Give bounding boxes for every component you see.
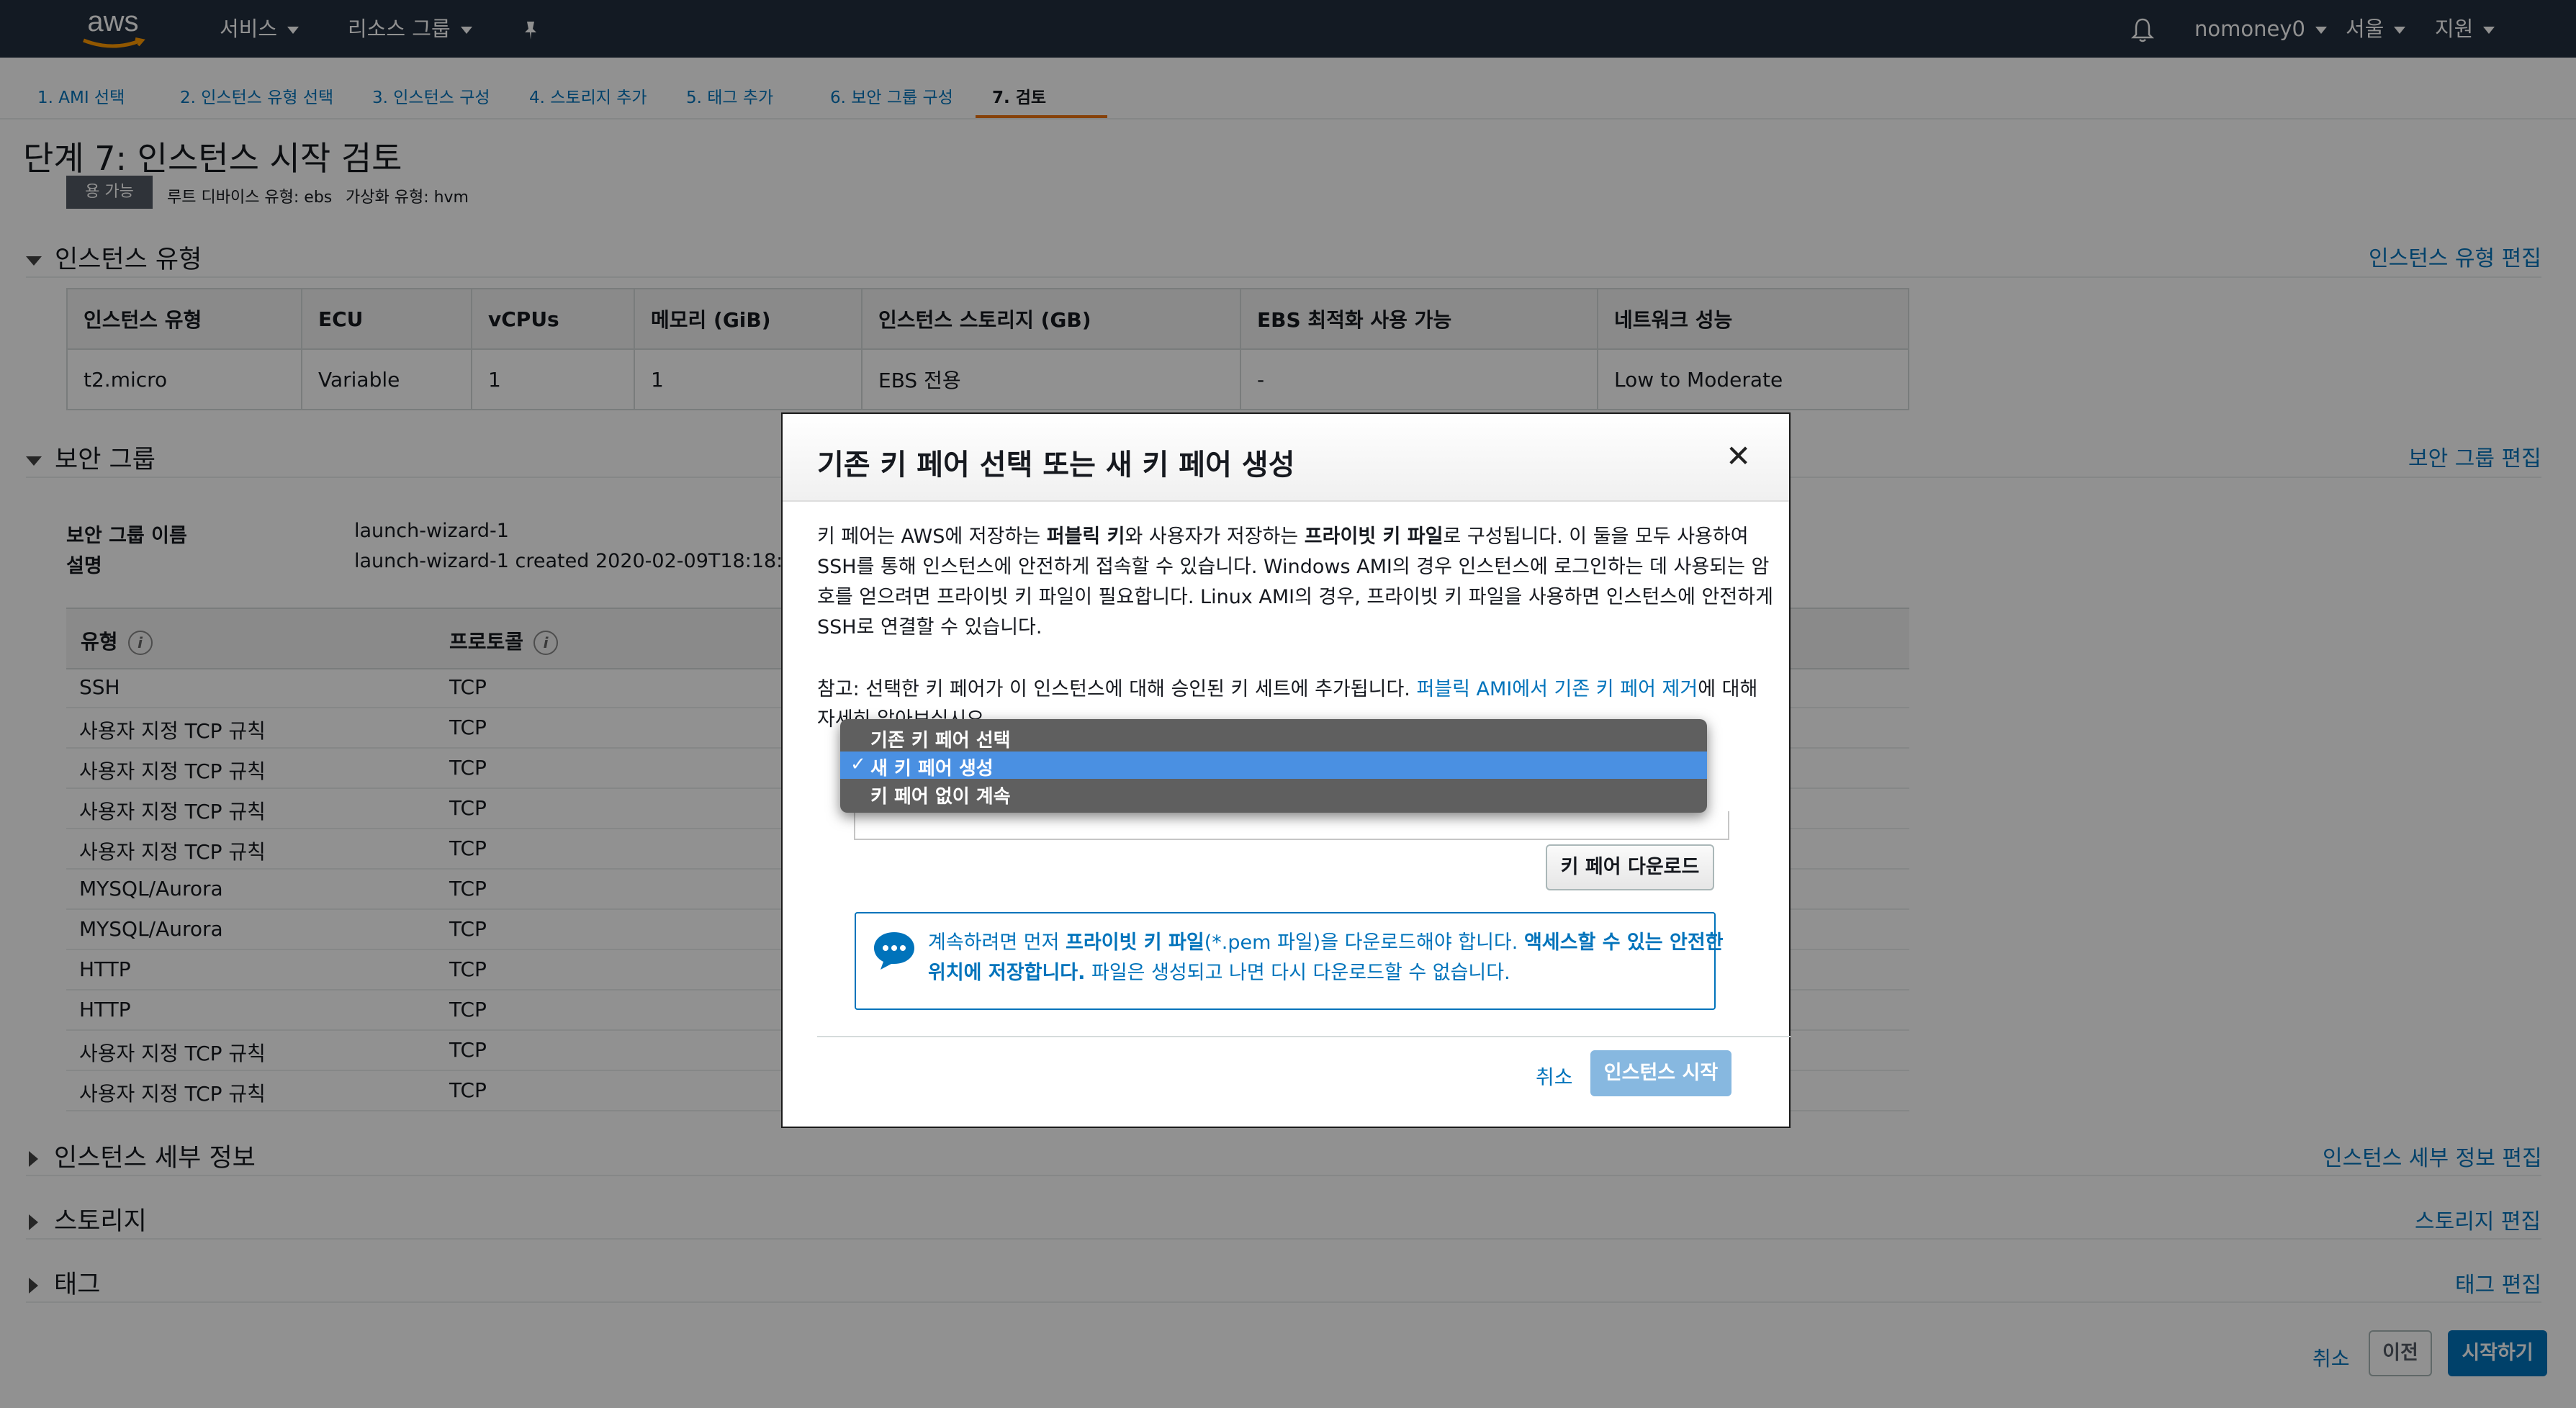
- remove-key-pair-link[interactable]: 퍼블릭 AMI에서 기존 키 페어 제거: [1416, 678, 1698, 700]
- info-bold: 액세스할 수 있는 안전한: [1523, 931, 1724, 954]
- info-bold: 프라이빗 키 파일: [1066, 931, 1204, 954]
- description-line: SSH를 통해 인스턴스에 안전하게 접속할 수 있습니다. Windows A…: [817, 556, 1770, 578]
- note-line: 참고: 선택한 키 페어가 이 인스턴스에 대해 승인된 키 세트에 추가됩니다…: [817, 674, 1760, 705]
- option-label: 키 페어 없이 계속: [870, 786, 1011, 808]
- key-pair-modal: 기존 키 페어 선택 또는 새 키 페어 생성 ✕ 키 페어는 AWS에 저장하…: [781, 412, 1791, 1128]
- info-text: 계속하려면 먼저: [928, 931, 1066, 954]
- close-icon[interactable]: ✕: [1726, 438, 1751, 474]
- dropdown-option-create-new[interactable]: ✓ 새 키 페어 생성: [840, 752, 1707, 780]
- info-text: 파일은 생성되고 나면 다시 다운로드할 수 없습니다.: [1085, 962, 1510, 984]
- dropdown-option-existing[interactable]: 기존 키 페어 선택: [840, 723, 1707, 752]
- description-text: 키 페어는 AWS에 저장하는: [817, 525, 1047, 548]
- description-bold: 프라이빗 키 파일: [1304, 525, 1444, 548]
- description-bold: 퍼블릭 키: [1046, 525, 1125, 548]
- info-line: 계속하려면 먼저 프라이빗 키 파일(*.pem 파일)을 다운로드해야 합니다…: [928, 928, 1724, 958]
- description-line: 키 페어는 AWS에 저장하는 퍼블릭 키와 사용자가 저장하는 프라이빗 키 …: [817, 522, 1760, 552]
- download-key-pair-button[interactable]: 키 페어 다운로드: [1546, 844, 1714, 890]
- chat-bubble-icon: [874, 932, 914, 970]
- key-pair-description: 키 페어는 AWS에 저장하는 퍼블릭 키와 사용자가 저장하는 프라이빗 키 …: [817, 522, 1773, 643]
- key-pair-name-input[interactable]: [854, 811, 1729, 840]
- option-label: 기존 키 페어 선택: [870, 730, 1011, 752]
- note-text: 참고: 선택한 키 페어가 이 인스턴스에 대해 승인된 키 세트에 추가됩니다…: [817, 678, 1417, 700]
- info-bold: 위치에 저장합니다.: [928, 962, 1086, 984]
- modal-title: 기존 키 페어 선택 또는 새 키 페어 생성: [817, 448, 1295, 482]
- description-text: 와 사용자가 저장하는: [1125, 525, 1305, 548]
- option-label: 새 키 페어 생성: [870, 758, 994, 780]
- checkmark-icon: ✓: [850, 754, 866, 775]
- info-text: (*.pem 파일)을 다운로드해야 합니다.: [1204, 931, 1524, 954]
- download-info-box: 계속하려면 먼저 프라이빗 키 파일(*.pem 파일)을 다운로드해야 합니다…: [855, 912, 1724, 1010]
- description-line: SSH로 연결할 수 있습니다.: [817, 616, 1042, 638]
- key-pair-dropdown-list: 기존 키 페어 선택 ✓ 새 키 페어 생성 키 페어 없이 계속: [840, 719, 1707, 813]
- download-info-text: 계속하려면 먼저 프라이빗 키 파일(*.pem 파일)을 다운로드해야 합니다…: [928, 928, 1724, 988]
- dropdown-option-no-key-pair[interactable]: 키 페어 없이 계속: [840, 780, 1707, 808]
- note-text: 에 대해: [1698, 678, 1758, 700]
- modal-header: 기존 키 페어 선택 또는 새 키 페어 생성 ✕: [783, 414, 1789, 502]
- modal-footer-divider: [817, 1036, 1791, 1037]
- launch-instance-button[interactable]: 인스턴스 시작: [1590, 1050, 1731, 1096]
- info-line: 위치에 저장합니다. 파일은 생성되고 나면 다시 다운로드할 수 없습니다.: [928, 958, 1698, 988]
- description-line: 호를 얻으려면 프라이빗 키 파일이 필요합니다. Linux AMI의 경우,…: [817, 586, 1773, 608]
- modal-cancel-link[interactable]: 취소: [1536, 1062, 1573, 1091]
- description-text: 로 구성됩니다. 이 둘을 모두 사용하여: [1443, 525, 1749, 548]
